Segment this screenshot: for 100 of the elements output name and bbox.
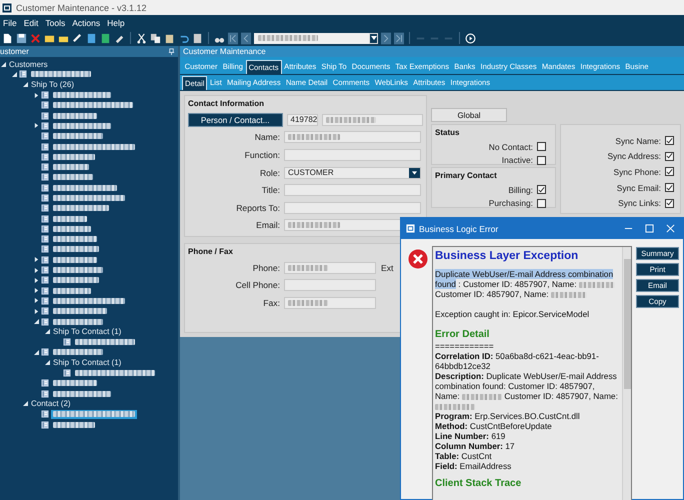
blurred-text — [258, 35, 318, 41]
tree-item[interactable] — [51, 266, 105, 275]
expand-triangle-icon[interactable] — [34, 308, 38, 314]
tree-item[interactable] — [51, 286, 93, 296]
tree-item[interactable] — [51, 90, 113, 100]
tree-item[interactable]: Contact (2) — [30, 399, 72, 408]
tree-item[interactable] — [51, 194, 127, 202]
collapse-triangle-icon[interactable] — [34, 350, 38, 355]
record-icon — [41, 214, 49, 223]
tree-item[interactable] — [51, 111, 99, 120]
tree-item[interactable] — [51, 306, 109, 316]
tree-item[interactable]: Ship To (26) — [30, 80, 75, 90]
collapse-triangle-icon[interactable] — [12, 72, 16, 77]
tree-item[interactable] — [51, 224, 93, 234]
tree-item[interactable] — [51, 234, 99, 244]
collapse-triangle-icon[interactable] — [44, 329, 50, 334]
input-field[interactable] — [284, 184, 421, 196]
input-field[interactable] — [284, 279, 376, 292]
checkbox[interactable] — [537, 156, 546, 165]
collapse-triangle-icon[interactable] — [22, 82, 28, 88]
copy-icon[interactable] — [150, 32, 161, 44]
tree-item[interactable] — [51, 410, 137, 419]
collapse-triangle-icon[interactable] — [34, 319, 38, 324]
tree-item[interactable]: Customers — [8, 60, 49, 69]
next-record-button[interactable] — [381, 32, 391, 44]
tree-item[interactable] — [29, 70, 93, 79]
checkbox[interactable] — [665, 152, 674, 161]
expand-triangle-icon[interactable] — [34, 268, 38, 273]
field-label: Email: — [255, 220, 280, 230]
checkbox[interactable] — [537, 198, 546, 208]
expand-triangle-icon[interactable] — [34, 278, 38, 283]
save-icon[interactable] — [16, 32, 27, 44]
tree-item[interactable] — [51, 132, 105, 141]
new-document-icon[interactable] — [2, 32, 13, 44]
expand-triangle-icon[interactable] — [34, 257, 38, 262]
record-icon — [41, 152, 49, 161]
input-field[interactable] — [284, 296, 376, 309]
tree-item[interactable] — [51, 296, 127, 306]
input-field[interactable] — [284, 131, 421, 144]
menu-item[interactable]: Tools — [45, 18, 66, 28]
last-record-button[interactable] — [394, 32, 404, 44]
tree-item[interactable] — [73, 368, 157, 378]
maximize-icon[interactable] — [645, 224, 654, 233]
contact-name-field[interactable] — [322, 114, 423, 126]
checkbox[interactable] — [665, 198, 674, 208]
tree-item[interactable] — [51, 276, 101, 285]
previous-record-button[interactable] — [241, 32, 251, 44]
collapse-triangle-icon[interactable] — [44, 360, 50, 366]
first-record-button[interactable] — [228, 32, 238, 44]
person-contact-button[interactable]: Person / Contact... — [188, 112, 283, 127]
expand-triangle-icon[interactable] — [34, 123, 38, 128]
tree-item[interactable] — [51, 121, 113, 130]
global-button[interactable]: Global — [431, 108, 507, 122]
input-field[interactable] — [284, 202, 421, 214]
field-label: Phone: — [252, 262, 280, 273]
play-icon[interactable] — [465, 32, 476, 44]
document-icon[interactable] — [86, 32, 97, 44]
record-dropdown[interactable] — [254, 32, 378, 44]
collapse-triangle-icon[interactable] — [0, 62, 6, 67]
menu-item[interactable]: Help — [107, 18, 125, 28]
record-icon — [41, 276, 49, 284]
checkbox[interactable] — [537, 185, 546, 194]
close-icon[interactable] — [666, 224, 675, 233]
tree-item[interactable] — [51, 378, 99, 388]
checkbox[interactable] — [537, 142, 546, 152]
pin-icon[interactable] — [168, 48, 175, 55]
checkbox[interactable] — [665, 167, 674, 176]
tree-item[interactable] — [51, 142, 137, 152]
menu-item[interactable]: File — [3, 18, 17, 28]
contact-id-field[interactable]: 419782 — [286, 114, 318, 126]
tree-item[interactable] — [73, 338, 137, 347]
tree-item[interactable] — [51, 420, 97, 430]
tree-item[interactable] — [51, 348, 105, 357]
panel-title: ustomer — [0, 47, 29, 56]
input-field[interactable] — [284, 262, 376, 274]
tree-item[interactable] — [51, 214, 89, 224]
tree-item[interactable]: Ship To Contact (1) — [52, 327, 122, 336]
tree-item[interactable]: Ship To Contact (1) — [52, 358, 122, 368]
expand-triangle-icon[interactable] — [34, 92, 38, 98]
tree-item[interactable] — [51, 183, 119, 192]
tree-item[interactable] — [51, 152, 97, 162]
menu-item[interactable]: Actions — [72, 18, 100, 28]
tree-item[interactable] — [51, 204, 111, 213]
scrollbar[interactable] — [622, 247, 631, 500]
tree-item[interactable] — [51, 389, 113, 398]
expand-triangle-icon[interactable] — [34, 298, 38, 304]
tree-item[interactable] — [51, 317, 105, 326]
tree-item[interactable] — [51, 100, 135, 110]
cut-icon[interactable] — [136, 32, 147, 44]
tree-item[interactable] — [51, 172, 95, 182]
collapse-triangle-icon[interactable] — [22, 401, 28, 406]
checkbox[interactable] — [665, 183, 674, 192]
menu-item[interactable]: Edit — [24, 18, 38, 28]
input-field[interactable] — [284, 148, 421, 161]
tree-item[interactable] — [51, 244, 101, 254]
dropdown-field[interactable]: CUSTOMER — [284, 166, 421, 179]
checkbox[interactable] — [665, 136, 674, 146]
tree-item[interactable] — [51, 255, 99, 264]
tree-item[interactable] — [51, 162, 91, 172]
expand-triangle-icon[interactable] — [34, 288, 38, 294]
